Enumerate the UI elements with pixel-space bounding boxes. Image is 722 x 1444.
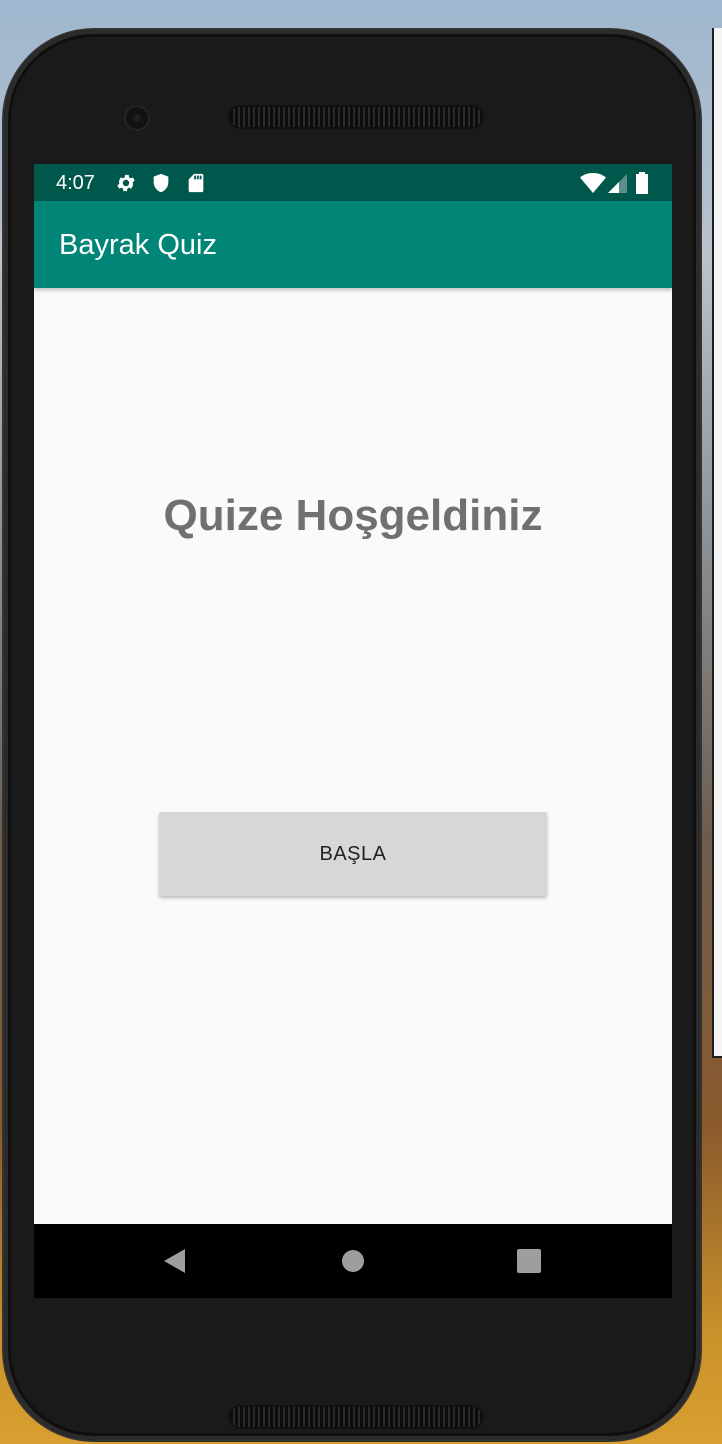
start-button[interactable]: BAŞLA (159, 812, 547, 896)
gear-icon (117, 174, 135, 192)
top-speaker-grille (230, 107, 482, 127)
app-bar: Bayrak Quiz (34, 201, 672, 288)
sd-card-icon (188, 173, 204, 193)
recents-icon[interactable] (516, 1248, 542, 1274)
battery-icon (636, 172, 648, 194)
desktop-window-edge (712, 28, 722, 1058)
device-screen: 4:07 Bayrak Quiz Quize Hoşgeldiniz BAŞLA (34, 164, 672, 1298)
welcome-heading: Quize Hoşgeldiniz (163, 491, 543, 540)
back-icon[interactable] (161, 1248, 187, 1274)
wifi-icon (580, 173, 606, 193)
shield-icon (153, 173, 169, 193)
home-icon[interactable] (340, 1248, 366, 1274)
navigation-bar (34, 1224, 672, 1298)
bottom-speaker-grille (230, 1407, 482, 1427)
app-title: Bayrak Quiz (59, 229, 217, 261)
signal-icon (608, 174, 627, 193)
status-bar: 4:07 (34, 164, 672, 201)
front-camera (126, 107, 148, 129)
status-time: 4:07 (56, 172, 95, 194)
